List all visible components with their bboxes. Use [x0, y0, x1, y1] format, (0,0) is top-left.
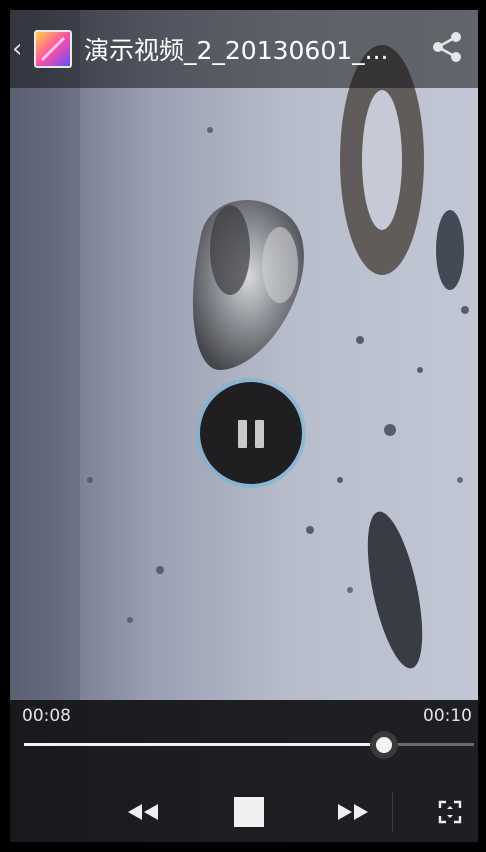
share-icon[interactable] — [430, 30, 464, 64]
current-time: 00:08 — [22, 706, 71, 726]
seek-bar[interactable] — [24, 743, 474, 746]
video-title: 演示视频_2_20130601_... — [84, 36, 389, 65]
fast-forward-icon — [338, 804, 368, 820]
fullscreen-button[interactable] — [430, 792, 470, 832]
rewind-button[interactable] — [120, 792, 166, 832]
controls-divider — [392, 792, 393, 832]
video-content — [10, 10, 478, 700]
fast-forward-button[interactable] — [330, 792, 376, 832]
fullscreen-icon — [438, 800, 462, 824]
stop-icon — [234, 797, 264, 827]
seek-bar-progress — [24, 743, 384, 746]
pause-icon — [238, 420, 247, 448]
pause-icon-right — [255, 420, 264, 448]
video-frame[interactable]: ‹ 演示视频_2_20130601_... 00:08 00:10 — [10, 10, 478, 842]
rewind-icon — [128, 804, 158, 820]
playback-controls: 00:08 00:10 — [10, 700, 478, 842]
gallery-icon[interactable] — [34, 30, 72, 68]
total-time: 00:10 — [423, 706, 472, 726]
title-bar: ‹ 演示视频_2_20130601_... — [10, 10, 478, 88]
stop-button[interactable] — [227, 792, 271, 832]
pause-button[interactable] — [200, 382, 302, 484]
chevron-left-icon[interactable]: ‹ — [12, 36, 30, 62]
seek-thumb[interactable] — [370, 731, 398, 759]
video-player-screen: ‹ 演示视频_2_20130601_... 00:08 00:10 — [0, 0, 486, 852]
